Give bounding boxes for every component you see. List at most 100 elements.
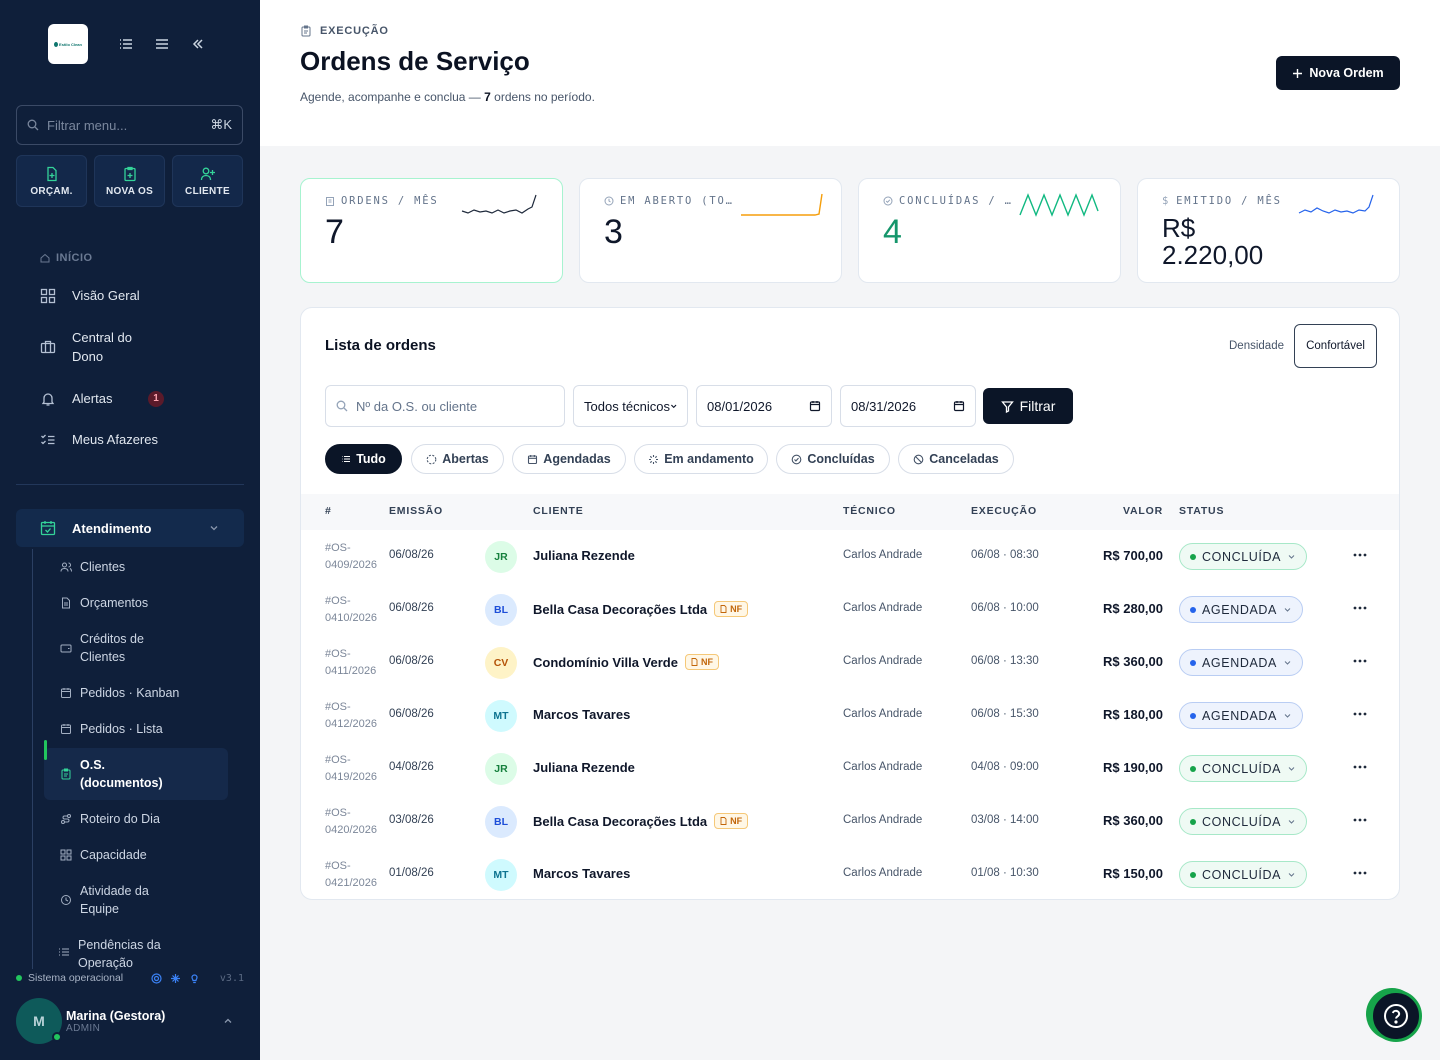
os-number[interactable]: #OS- 0420/2026 (325, 805, 387, 839)
support-icon[interactable] (151, 972, 162, 984)
sidebar-item-roteiro[interactable]: Roteiro do Dia (60, 810, 160, 828)
status-dropdown[interactable]: AGENDADA (1179, 702, 1303, 729)
calendar-icon[interactable] (809, 400, 821, 412)
column-header[interactable]: STATUS (1179, 505, 1224, 517)
table-row[interactable]: #OS- 0412/2026 06/08/26 MT Marcos Tavares… (301, 689, 1399, 742)
kpi-issued-month[interactable]: $ EMITIDO / MÊS R$ 2.220,00 (1137, 178, 1400, 283)
os-number[interactable]: #OS- 0412/2026 (325, 699, 387, 733)
kpi-completed[interactable]: CONCLUÍDAS / … 4 (858, 178, 1121, 283)
client-name[interactable]: Juliana Rezende (533, 548, 635, 563)
date-from-input[interactable]: 08/01/2026 (696, 385, 832, 427)
client-name[interactable]: Marcos Tavares (533, 707, 630, 722)
more-actions-icon[interactable] (1353, 764, 1367, 770)
menu-search-input[interactable]: Filtrar menu... ⌘K (16, 105, 243, 145)
os-number[interactable]: #OS- 0411/2026 (325, 646, 387, 680)
sidebar-item-pendencias[interactable]: Pendências da Operação (58, 936, 178, 970)
status-dropdown[interactable]: AGENDADA (1179, 596, 1303, 623)
status-dropdown[interactable]: CONCLUÍDA (1179, 543, 1308, 570)
tab-agendadas[interactable]: Agendadas (512, 444, 626, 474)
quick-new-client-button[interactable]: CLIENTE (172, 155, 243, 207)
table-row[interactable]: #OS- 0421/2026 01/08/26 MT Marcos Tavares… (301, 848, 1399, 899)
user-profile[interactable]: M Marina (Gestora) ADMIN (16, 998, 244, 1044)
more-actions-icon[interactable] (1353, 552, 1367, 558)
app-logo[interactable]: Estilo Clean (48, 24, 88, 64)
tab-abertas[interactable]: Abertas (411, 444, 504, 474)
column-header[interactable]: VALOR (1123, 505, 1163, 517)
tab-em-andamento[interactable]: Em andamento (634, 444, 768, 474)
sidebar-item-pedidos-kanban[interactable]: Pedidos · Kanban (60, 684, 179, 702)
more-actions-icon[interactable] (1353, 658, 1367, 664)
os-number[interactable]: #OS- 0421/2026 (325, 858, 387, 892)
density-toggle-button[interactable]: Confortável (1294, 324, 1377, 368)
order-search-input[interactable]: Nº da O.S. ou cliente (325, 385, 565, 427)
quick-new-os-button[interactable]: NOVA OS (94, 155, 165, 207)
status-dropdown[interactable]: CONCLUÍDA (1179, 808, 1308, 835)
table-row[interactable]: #OS- 0411/2026 06/08/26 CV Condomínio Vil… (301, 636, 1399, 689)
sidebar-item-os-documentos[interactable]: O.S. (documentos) (44, 740, 228, 800)
tab-concluidas[interactable]: Concluídas (776, 444, 890, 474)
status-dropdown[interactable]: AGENDADA (1179, 649, 1303, 676)
more-actions-icon[interactable] (1353, 605, 1367, 611)
tab-tudo[interactable]: Tudo (325, 444, 402, 474)
more-actions-icon[interactable] (1353, 870, 1367, 876)
column-header[interactable]: TÉCNICO (843, 505, 896, 517)
activity-icon (61, 895, 71, 905)
sidebar-group-atendimento[interactable]: Atendimento (16, 509, 244, 547)
client-name[interactable]: Condomínio Villa Verde NF (533, 654, 719, 670)
column-header[interactable]: EMISSÃO (389, 505, 443, 517)
sidebar-item-pedidos-lista[interactable]: Pedidos · Lista (60, 720, 163, 738)
more-actions-icon[interactable] (1353, 817, 1367, 823)
density-label: Densidade (1229, 340, 1284, 352)
kpi-value: 3 (604, 213, 623, 251)
help-button[interactable] (1370, 990, 1422, 1042)
table-row[interactable]: #OS- 0410/2026 06/08/26 BL Bella Casa Dec… (301, 583, 1399, 636)
quick-new-budget-button[interactable]: ORÇAM. (16, 155, 87, 207)
os-number[interactable]: #OS- 0410/2026 (325, 593, 387, 627)
sidebar-item-visao-geral[interactable]: Visão Geral (40, 286, 140, 305)
sidebar-item-alertas[interactable]: Alertas 1 (40, 389, 164, 408)
technician: Carlos Andrade (843, 602, 923, 614)
client-name[interactable]: Bella Casa Decorações Ltda NF (533, 601, 749, 617)
table-row[interactable]: #OS- 0409/2026 06/08/26 JR Juliana Rezend… (301, 530, 1399, 583)
more-actions-icon[interactable] (1353, 711, 1367, 717)
sidebar-item-clientes[interactable]: Clientes (60, 558, 125, 576)
avatar: M (16, 998, 62, 1044)
kpi-open[interactable]: EM ABERTO (TO… 3 (579, 178, 842, 283)
filter-button[interactable]: Filtrar (983, 388, 1073, 424)
column-header[interactable]: CLIENTE (533, 505, 584, 517)
active-indicator (44, 740, 47, 760)
lightbulb-icon[interactable] (189, 973, 200, 984)
sparkle-icon[interactable] (170, 973, 181, 984)
sidebar-item-creditos[interactable]: Créditos de Clientes (60, 630, 170, 666)
os-number[interactable]: #OS- 0419/2026 (325, 752, 387, 786)
status-dropdown[interactable]: CONCLUÍDA (1179, 755, 1308, 782)
os-number[interactable]: #OS- 0409/2026 (325, 540, 387, 574)
column-header[interactable]: # (325, 505, 332, 517)
status-dropdown[interactable]: CONCLUÍDA (1179, 861, 1308, 888)
collapse-sidebar-icon[interactable] (190, 36, 206, 52)
date-to-input[interactable]: 08/31/2026 (840, 385, 976, 427)
table-row[interactable]: #OS- 0419/2026 04/08/26 JR Juliana Rezend… (301, 742, 1399, 795)
chevron-up-icon[interactable] (222, 1015, 234, 1027)
sidebar-item-atividade[interactable]: Atividade da Equipe (60, 882, 170, 918)
list-view-icon[interactable] (118, 36, 134, 52)
sidebar-item-orcamentos[interactable]: Orçamentos (60, 594, 148, 612)
calendar-icon[interactable] (953, 400, 965, 412)
client-name[interactable]: Juliana Rezende (533, 760, 635, 775)
sidebar-item-capacidade[interactable]: Capacidade (60, 846, 147, 864)
menu-icon[interactable] (154, 36, 170, 52)
order-value: R$ 180,00 (1103, 707, 1163, 722)
client-name[interactable]: Bella Casa Decorações Ltda NF (533, 813, 749, 829)
technician-select[interactable]: Todos técnicos (573, 385, 688, 427)
column-header[interactable]: EXECUÇÃO (971, 505, 1037, 517)
table-header: # EMISSÃO CLIENTE TÉCNICO EXECUÇÃO VALOR… (301, 494, 1399, 530)
sidebar-item-central-do-dono[interactable]: Central do Dono (40, 328, 162, 366)
table-row[interactable]: #OS- 0420/2026 03/08/26 BL Bella Casa Dec… (301, 795, 1399, 848)
status-dot (16, 975, 22, 981)
new-order-button[interactable]: Nova Ordem (1276, 56, 1400, 90)
kpi-orders-month[interactable]: ORDENS / MÊS 7 (300, 178, 563, 283)
client-name[interactable]: Marcos Tavares (533, 866, 630, 881)
sidebar-item-meus-afazeres[interactable]: Meus Afazeres (40, 430, 158, 449)
tab-canceladas[interactable]: Canceladas (898, 444, 1014, 474)
nf-badge: NF (684, 654, 719, 670)
